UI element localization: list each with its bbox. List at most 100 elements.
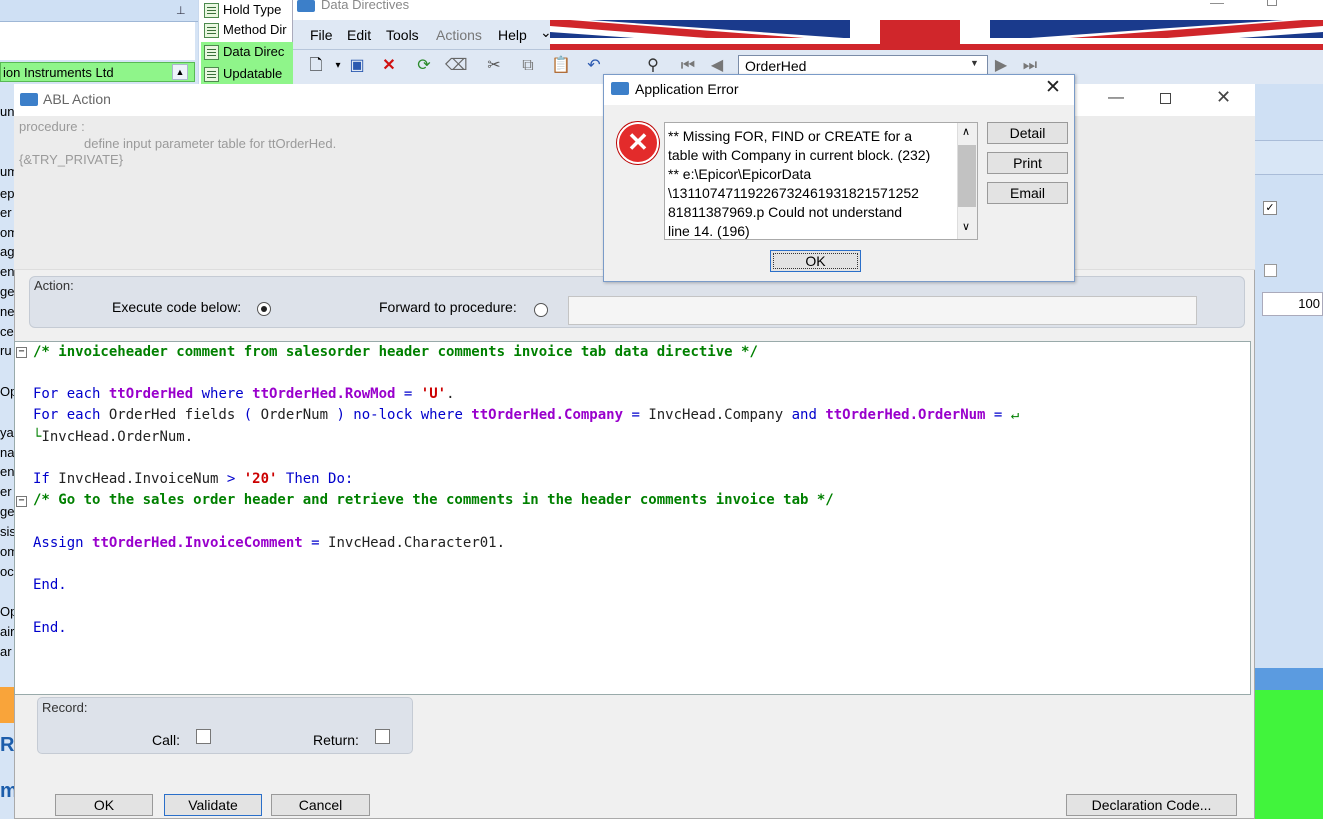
code-line: └InvcHead.OrderNum.: [33, 429, 193, 445]
window-title: ABL Action: [43, 91, 111, 107]
tree-item-updatable[interactable]: Updatable: [201, 64, 293, 86]
detail-button[interactable]: Detail: [987, 122, 1068, 144]
tree-item-label: Method Dir: [223, 22, 287, 37]
code-operator: =: [302, 535, 329, 551]
procedure-line: {&TRY_PRIVATE}: [19, 152, 124, 167]
strip-text: sis: [0, 524, 14, 539]
code-line: /* invoiceheader comment from salesorder…: [33, 344, 758, 360]
code-text: InvcHead.Company: [648, 407, 784, 423]
directive-tree: Hold Type Method Dir Data Direc Updatabl…: [199, 0, 293, 86]
pin-icon[interactable]: ⊥: [176, 4, 186, 17]
record-group-label: Record:: [42, 700, 88, 715]
window-title: Data Directives: [321, 0, 410, 12]
cut-icon[interactable]: ✂: [484, 55, 504, 77]
forward-procedure-radio[interactable]: [534, 303, 548, 317]
background-checkbox[interactable]: ✓: [1263, 201, 1277, 215]
delete-icon[interactable]: ✕: [379, 55, 399, 77]
code-line: For each ttOrderHed where ttOrderHed.Row…: [33, 386, 455, 402]
call-checkbox[interactable]: [196, 729, 211, 744]
tree-item-hold-type[interactable]: Hold Type: [201, 0, 293, 22]
minimize-icon[interactable]: —: [1210, 0, 1224, 10]
maximize-icon[interactable]: [1267, 0, 1277, 6]
scroll-up-icon[interactable]: ∧: [962, 125, 970, 138]
menu-actions[interactable]: Actions: [436, 27, 482, 43]
error-message-line: 81811387969.p Could not understand: [668, 204, 903, 220]
code-keyword: If: [33, 471, 59, 487]
strip-text: ne: [0, 304, 14, 319]
cancel-button[interactable]: Cancel: [271, 794, 370, 816]
code-operator: =: [623, 407, 649, 423]
action-group-label: Action:: [34, 278, 74, 293]
radio-selected-dot: [261, 306, 267, 312]
new-dropdown-icon[interactable]: ▾: [328, 55, 348, 77]
code-operator: =: [985, 407, 1011, 423]
menu-help[interactable]: Help: [498, 27, 527, 43]
code-field: ttOrderHed.OrderNum: [825, 407, 986, 423]
ok-button[interactable]: OK: [55, 794, 153, 816]
menu-tools[interactable]: Tools: [386, 27, 419, 43]
background-checkbox[interactable]: [1264, 264, 1277, 277]
strip-text: ag: [0, 244, 14, 259]
code-string: 'U': [420, 386, 447, 402]
menu-file[interactable]: File: [310, 27, 333, 43]
tree-item-label: Hold Type: [223, 2, 282, 17]
fold-toggle-icon[interactable]: −: [16, 496, 27, 507]
background-number-field[interactable]: 100: [1262, 292, 1323, 316]
strip-text: oc: [0, 564, 14, 579]
email-button[interactable]: Email: [987, 182, 1068, 204]
fold-toggle-icon[interactable]: −: [16, 347, 27, 358]
declaration-code-button[interactable]: Declaration Code...: [1066, 794, 1237, 816]
validate-button[interactable]: Validate: [164, 794, 262, 816]
tree-item-data-directives[interactable]: Data Direc: [201, 42, 293, 64]
paste-icon[interactable]: 📋: [551, 55, 571, 77]
document-icon: [204, 23, 219, 38]
new-icon[interactable]: 🗋: [306, 55, 326, 77]
forward-procedure-input[interactable]: [568, 296, 1197, 325]
focus-rectangle: [773, 253, 858, 269]
scrollbar-thumb[interactable]: [958, 145, 976, 207]
strip-text: om: [0, 225, 14, 240]
strip-orange-band: [0, 687, 14, 723]
chevron-down-icon[interactable]: ▼: [970, 58, 979, 68]
refresh-icon[interactable]: ⟳: [414, 55, 434, 77]
code-operator: (: [243, 407, 261, 423]
strip-text: en: [0, 264, 14, 279]
background-right-band: [1255, 140, 1323, 175]
code-keyword: Then Do:: [277, 471, 354, 487]
strip-text: ar: [0, 644, 12, 659]
procedure-line: procedure :: [19, 119, 85, 134]
return-checkbox[interactable]: [375, 729, 390, 744]
background-green-area: [1255, 690, 1323, 819]
print-button[interactable]: Print: [987, 152, 1068, 174]
copy-icon[interactable]: ⧉: [518, 55, 538, 77]
app-icon: [611, 82, 629, 95]
code-comment: /* Go to the sales order header and retr…: [33, 492, 834, 508]
strip-text: ge: [0, 284, 14, 299]
strip-text: ru: [0, 343, 12, 358]
dialog-title: Application Error: [635, 81, 739, 97]
tree-item-method-directives[interactable]: Method Dir: [201, 20, 293, 42]
undo-icon[interactable]: ↶: [584, 55, 604, 77]
document-icon: [204, 3, 219, 18]
minimize-icon[interactable]: —: [1108, 89, 1124, 107]
selected-customer-row[interactable]: ion Instruments Ltd: [0, 62, 195, 82]
scroll-up-icon[interactable]: ▲: [172, 64, 188, 80]
strip-text: um: [0, 164, 14, 179]
save-icon[interactable]: ▣: [347, 55, 367, 77]
maximize-icon[interactable]: [1160, 93, 1171, 104]
error-message-line: ** Missing FOR, FIND or CREATE for a: [668, 128, 913, 144]
menu-edit[interactable]: Edit: [347, 27, 371, 43]
document-icon: [204, 67, 219, 82]
error-message-box[interactable]: ** Missing FOR, FIND or CREATE for a tab…: [664, 122, 978, 240]
call-label: Call:: [152, 732, 181, 748]
scroll-down-icon[interactable]: ∨: [962, 220, 970, 233]
document-icon: [204, 45, 219, 60]
strip-text: ya: [0, 425, 14, 440]
code-operator: >: [218, 471, 244, 487]
tree-item-label: Data Direc: [223, 44, 285, 59]
code-keyword: For each: [33, 386, 109, 402]
code-field: ttOrderHed.Company: [471, 407, 624, 423]
clear-icon[interactable]: ⌫: [445, 55, 468, 77]
close-icon[interactable]: ✕: [1045, 76, 1061, 99]
close-icon[interactable]: ✕: [1216, 87, 1231, 108]
